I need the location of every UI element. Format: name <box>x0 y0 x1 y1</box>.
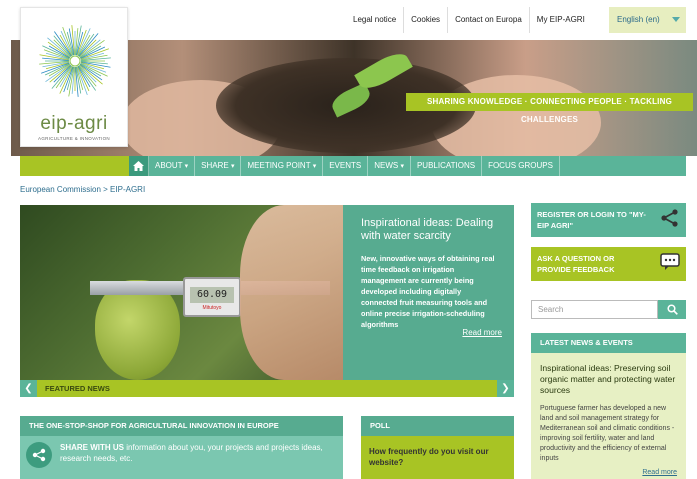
logo-name: eip-agri <box>40 113 108 134</box>
register-label: REGISTER OR LOGIN TO "MY-EIP AGRI" <box>537 210 646 230</box>
tagline-banner: SHARING KNOWLEDGE · CONNECTING PEOPLE · … <box>406 93 693 124</box>
logo-burst-icon <box>39 25 111 97</box>
caliper-display: 60.09 Mitutoyo <box>183 277 241 317</box>
breadcrumb[interactable]: European Commission > EIP-AGRI <box>20 185 145 194</box>
share-with-us-block[interactable]: SHARE WITH US information about you, you… <box>20 436 343 479</box>
top-links: Legal notice Cookies Contact on Europa M… <box>346 7 592 33</box>
speech-bubble-icon <box>660 253 680 270</box>
featured-text-panel: Inspirational ideas: Dealing with water … <box>343 205 514 380</box>
nav-label: ABOUT <box>155 161 183 170</box>
chevron-down-icon: ▾ <box>400 163 404 170</box>
chevron-down-icon: ▾ <box>230 163 235 170</box>
nav-item-about[interactable]: ABOUT ▾ <box>149 156 196 176</box>
latest-read-more-link[interactable]: Read more <box>642 469 677 476</box>
my-eip-agri-link[interactable]: My EIP-AGRI <box>528 7 592 33</box>
contact-link[interactable]: Contact on Europa <box>447 7 529 33</box>
search-icon[interactable] <box>658 300 686 319</box>
nav-item-news[interactable]: NEWS ▾ <box>368 156 411 176</box>
home-icon[interactable] <box>129 156 149 176</box>
featured-title[interactable]: Inspirational ideas: Dealing with water … <box>361 217 496 243</box>
nav-label: NEWS <box>374 161 399 170</box>
share-icon <box>26 442 52 468</box>
caliper-reading: 60.09 <box>190 287 234 303</box>
featured-summary: New, innovative ways of obtaining real t… <box>361 254 495 329</box>
ask-question-button[interactable]: ASK A QUESTION OR PROVIDE FEEDBACK <box>531 247 686 281</box>
language-select[interactable]: English (en) <box>609 7 686 33</box>
register-login-button[interactable]: REGISTER OR LOGIN TO "MY-EIP AGRI" <box>531 203 686 237</box>
featured-image[interactable]: 60.09 Mitutoyo <box>20 205 343 380</box>
share-with-us-text: SHARE WITH US information about you, you… <box>60 442 335 464</box>
chevron-down-icon: ▾ <box>184 163 189 170</box>
one-stop-shop-title: THE ONE-STOP-SHOP FOR AGRICULTURAL INNOV… <box>20 416 343 436</box>
search-input[interactable]: Search <box>531 300 658 319</box>
share-with-us-link[interactable]: SHARE WITH US <box>60 443 124 452</box>
nav-item-events[interactable]: EVENTS <box>323 156 369 176</box>
poll-panel: POLL How frequently do you visit our web… <box>361 416 514 479</box>
featured-news-carousel: 60.09 Mitutoyo Inspirational ideas: Deal… <box>20 205 514 397</box>
caliper-brand: Mitutoyo <box>202 305 222 311</box>
language-value: English (en) <box>617 15 660 24</box>
nav-label: SHARE <box>201 161 229 170</box>
nav-bar: ABOUT ▾ SHARE ▾ MEETING POINT ▾ EVENTS N… <box>129 156 686 176</box>
one-stop-shop-panel: THE ONE-STOP-SHOP FOR AGRICULTURAL INNOV… <box>20 416 343 479</box>
pear-image <box>95 280 180 380</box>
next-arrow-icon[interactable]: ❯ <box>497 380 514 397</box>
hand-image <box>240 205 343 380</box>
nav-item-share[interactable]: SHARE ▾ <box>195 156 242 176</box>
featured-read-more-link[interactable]: Read more <box>462 328 502 337</box>
latest-news-item: Inspirational ideas: Preserving soil org… <box>531 353 686 464</box>
logo-subtitle: AGRICULTURE & INNOVATION <box>38 136 110 141</box>
featured-bar: ❮ FEATURED NEWS ❯ <box>20 380 514 397</box>
nav-item-publications[interactable]: PUBLICATIONS <box>411 156 483 176</box>
nav-item-focus-groups[interactable]: FOCUS GROUPS <box>482 156 560 176</box>
latest-news-summary: Portuguese farmer has developed a new la… <box>540 405 675 462</box>
ask-label: ASK A QUESTION OR PROVIDE FEEDBACK <box>537 254 615 274</box>
latest-news-headline[interactable]: Inspirational ideas: Preserving soil org… <box>540 363 677 396</box>
legal-notice-link[interactable]: Legal notice <box>346 7 403 33</box>
prev-arrow-icon[interactable]: ❮ <box>20 380 37 397</box>
latest-news-title: LATEST NEWS & EVENTS <box>531 333 686 353</box>
chevron-down-icon <box>672 17 680 22</box>
poll-title: POLL <box>361 416 514 436</box>
poll-question: How frequently do you visit our website? <box>361 436 514 479</box>
site-logo[interactable]: eip-agri AGRICULTURE & INNOVATION <box>20 7 128 147</box>
nav-item-meeting-point[interactable]: MEETING POINT ▾ <box>241 156 324 176</box>
main-nav: ABOUT ▾ SHARE ▾ MEETING POINT ▾ EVENTS N… <box>20 156 686 176</box>
chevron-down-icon: ▾ <box>312 163 317 170</box>
featured-label: FEATURED NEWS <box>45 384 110 393</box>
cookies-link[interactable]: Cookies <box>403 7 447 33</box>
network-share-icon <box>661 209 678 227</box>
nav-label: MEETING POINT <box>247 161 311 170</box>
latest-news-panel: LATEST NEWS & EVENTS Inspirational ideas… <box>531 333 686 479</box>
